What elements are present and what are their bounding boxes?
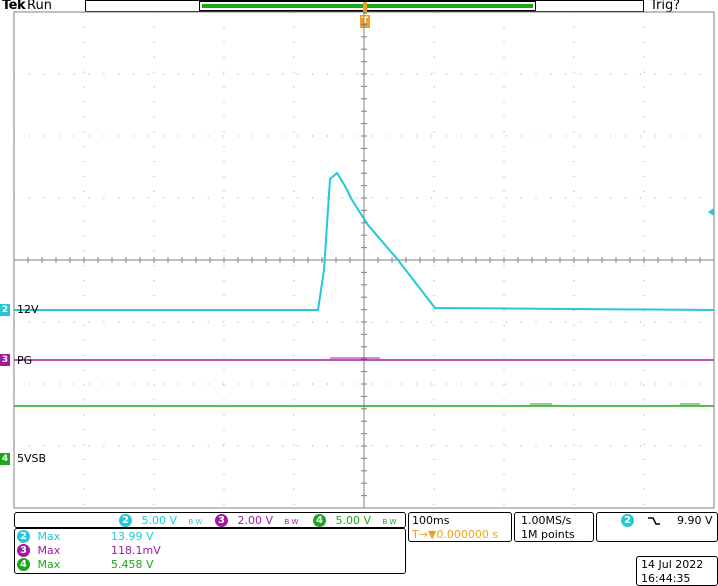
ch3-scale-value: 2.00 V (237, 514, 274, 527)
measurements-panel[interactable]: 2 Max 13.99 V 3 Max 118.1mV 4 Max 5.458 … (14, 528, 406, 574)
ch3-scale-badge: 3 (215, 514, 228, 527)
meas2-name: Max (37, 544, 61, 557)
acquisition-panel[interactable]: 1.00MS/s 1M points (514, 512, 594, 542)
datetime-panel: 14 Jul 2022 16:44:35 (636, 556, 718, 586)
meas2-value: 118.1mV (111, 544, 161, 557)
trigger-level-arrow[interactable] (708, 208, 714, 216)
ch2-scale-value: 5.00 V (141, 514, 178, 527)
meas3-name: Max (37, 558, 61, 571)
ch4-label: 5VSB (17, 452, 47, 465)
meas1-value: 13.99 V (111, 530, 154, 543)
sample-rate: 1.00MS/s (521, 514, 572, 527)
meas3-badge: 4 (17, 558, 30, 571)
ch3-label: PG (17, 354, 33, 367)
waveform-display[interactable] (0, 0, 718, 586)
ch2-bw-icon: B W (188, 518, 203, 526)
ch2-scale-badge: 2 (119, 514, 132, 527)
meas2-badge: 3 (17, 544, 30, 557)
date-label: 14 Jul 2022 (641, 558, 704, 571)
meas1-name: Max (37, 530, 61, 543)
horizontal-position: T→▼0.000000 s (412, 528, 499, 541)
trigger-panel[interactable]: 2 9.90 V (596, 512, 718, 542)
ch2-label: 12V (17, 303, 39, 316)
meas1-badge: 2 (17, 530, 30, 543)
time-label: 16:44:35 (641, 572, 691, 585)
ch4-bw-icon: B W (382, 518, 397, 526)
ch3-bw-icon: B W (284, 518, 299, 526)
ch4-marker-badge: 4 (0, 453, 10, 465)
measurement-row: 3 Max (17, 544, 60, 557)
falling-edge-icon (648, 517, 660, 525)
measurement-row: 4 Max (17, 558, 60, 571)
record-length: 1M points (521, 528, 575, 541)
ch2-marker-badge: 2 (0, 304, 10, 316)
ch4-scale-value: 5.00 V (335, 514, 372, 527)
timebase-panel[interactable]: 100ms T→▼0.000000 s (408, 512, 512, 542)
channel-scale-bar[interactable]: 2 5.00 V B W 3 2.00 V B W 4 5.00 V B W (14, 512, 406, 528)
trigger-level: 9.90 V (677, 514, 713, 527)
graticule (13, 11, 715, 509)
trigger-position-icon: T→▼ (412, 528, 437, 541)
meas3-value: 5.458 V (111, 558, 154, 571)
measurement-row: 2 Max (17, 530, 60, 543)
timebase-scale: 100ms (412, 514, 450, 527)
trigger-source-badge: 2 (621, 514, 634, 527)
ch3-marker-badge: 3 (0, 354, 10, 366)
ch4-scale-badge: 4 (313, 514, 326, 527)
